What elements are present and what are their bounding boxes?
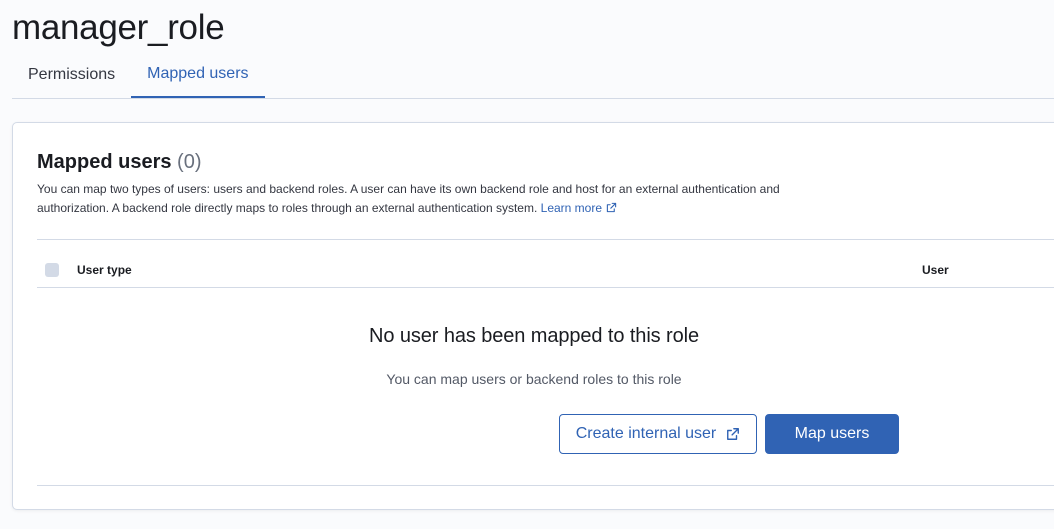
panel-description: You can map two types of users: users an…	[37, 180, 817, 218]
tab-permissions[interactable]: Permissions	[12, 52, 131, 97]
panel-title: Mapped users (0)	[37, 151, 202, 174]
select-all-checkbox[interactable]	[45, 263, 59, 277]
empty-state-subtitle: You can map users or backend roles to th…	[386, 371, 682, 387]
create-internal-user-label: Create internal user	[575, 425, 717, 442]
mapped-users-count: (0)	[177, 151, 202, 173]
table-header: User type User	[37, 240, 1054, 288]
empty-state-title: No user has been mapped to this role	[369, 325, 699, 347]
role-page: manager_role Permissions Mapped users Ma…	[0, 0, 1054, 529]
map-users-button[interactable]: Map users	[765, 414, 899, 454]
tab-bar: Permissions Mapped users	[12, 52, 1054, 99]
column-header-user-type[interactable]: User type	[77, 263, 132, 277]
external-link-icon	[606, 202, 617, 213]
page-title: manager_role	[12, 8, 225, 47]
tab-mapped-users[interactable]: Mapped users	[131, 52, 265, 98]
learn-more-label: Learn more	[540, 201, 603, 215]
column-header-user[interactable]: User	[922, 263, 949, 277]
table-bottom-divider	[37, 485, 1054, 486]
create-internal-user-button[interactable]: Create internal user	[559, 414, 757, 454]
panel-title-text: Mapped users	[37, 151, 172, 173]
learn-more-link[interactable]: Learn more	[541, 201, 617, 215]
external-link-icon	[727, 428, 740, 440]
mapped-users-panel: Mapped users (0) You can map two types o…	[12, 122, 1054, 510]
description-text: You can map two types of users: users an…	[37, 182, 780, 215]
